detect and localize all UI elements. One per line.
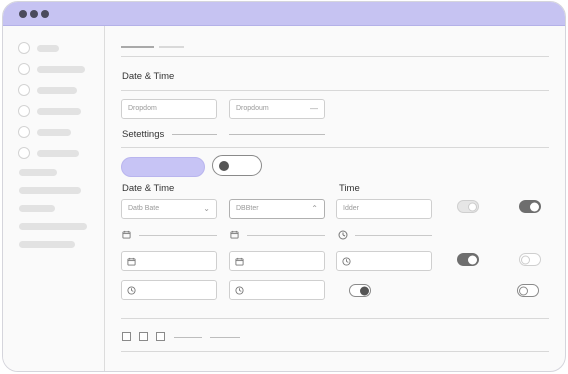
divider [121, 318, 549, 319]
label-time: Time [339, 183, 360, 194]
sidebar-item-icon[interactable] [18, 126, 30, 138]
toggle-switch-off[interactable] [517, 284, 539, 297]
window-control-dot[interactable] [19, 10, 27, 18]
window-control-dot[interactable] [30, 10, 38, 18]
date-picker-1-value: Datb Bate [128, 205, 160, 212]
toggle-knob [219, 160, 229, 171]
sidebar-item[interactable] [37, 66, 85, 73]
date-picker-1[interactable]: Datb Bate ⌄ [121, 199, 217, 219]
tab-inactive[interactable] [159, 46, 184, 48]
settings-underline [229, 134, 325, 135]
date-picker-2[interactable]: DBBter ⌃ [229, 199, 325, 219]
placeholder-line [139, 235, 217, 236]
checkbox[interactable] [122, 332, 131, 341]
toggle-knob [519, 286, 528, 295]
calendar-icon [127, 257, 136, 266]
time-input-value: Idder [343, 205, 359, 212]
sidebar-item[interactable] [19, 241, 75, 248]
calendar-icon [230, 230, 239, 239]
divider [121, 351, 549, 352]
calendar-icon [122, 230, 131, 239]
date-picker-2-value: DBBter [236, 205, 259, 212]
toggle-knob [521, 255, 530, 264]
dropdown-1-value: Dropdom [128, 105, 157, 112]
label-date-time: Date & Time [122, 183, 175, 194]
date-field-1[interactable] [121, 251, 217, 271]
chevron-down-icon: ⌄ [203, 204, 210, 213]
sidebar-item-icon[interactable] [18, 147, 30, 159]
sidebar-item[interactable] [37, 150, 79, 157]
primary-button[interactable] [121, 157, 205, 177]
sidebar-item-icon[interactable] [18, 42, 30, 54]
sidebar-item[interactable] [19, 187, 81, 194]
toggle-switch-on[interactable] [519, 200, 541, 213]
sidebar-item-icon[interactable] [18, 63, 30, 75]
clock-icon [338, 230, 348, 240]
sidebar-item-icon[interactable] [18, 84, 30, 96]
sidebar [3, 26, 105, 371]
sidebar-item[interactable] [37, 108, 81, 115]
sidebar-item[interactable] [19, 205, 55, 212]
section-heading-date-time: Date & Time [122, 71, 175, 82]
toggle-switch-on[interactable] [457, 253, 479, 266]
sidebar-item[interactable] [19, 223, 87, 230]
chevron-up-icon: ⌃ [311, 204, 318, 213]
toggle-switch-on[interactable] [349, 284, 371, 297]
time-field-2[interactable] [229, 280, 325, 300]
app-window: Date & Time Dropdom Dropdoum — Setetting… [2, 1, 566, 372]
time-field-1[interactable] [121, 280, 217, 300]
title-bar [3, 2, 565, 26]
divider [121, 56, 549, 57]
clock-icon [342, 257, 351, 266]
toggle-knob [360, 286, 369, 295]
calendar-icon [235, 257, 244, 266]
toggle-knob [530, 202, 539, 211]
date-field-2[interactable] [229, 251, 325, 271]
sidebar-item[interactable] [19, 169, 57, 176]
settings-underline [172, 134, 217, 135]
sidebar-item-icon[interactable] [18, 105, 30, 117]
divider [121, 90, 549, 91]
dropdown-2[interactable]: Dropdoum — [229, 99, 325, 119]
clock-icon [127, 286, 136, 295]
chevron-down-icon: — [310, 104, 318, 113]
sidebar-item[interactable] [37, 87, 77, 94]
window-control-dot[interactable] [41, 10, 49, 18]
dropdown-1[interactable]: Dropdom [121, 99, 217, 119]
time-input[interactable]: Idder [336, 199, 432, 219]
main-panel: Date & Time Dropdom Dropdoum — Setetting… [106, 26, 565, 371]
toggle-switch-disabled[interactable] [457, 200, 479, 213]
tab-active[interactable] [121, 46, 154, 48]
placeholder-line [174, 337, 202, 338]
toggle-switch-off[interactable] [519, 253, 541, 266]
checkbox[interactable] [156, 332, 165, 341]
clock-icon [235, 286, 244, 295]
placeholder-line [210, 337, 240, 338]
placeholder-line [355, 235, 432, 236]
checkbox[interactable] [139, 332, 148, 341]
divider [121, 147, 549, 148]
sidebar-item[interactable] [37, 45, 59, 52]
section-heading-settings: Setettings [122, 129, 165, 140]
toggle-knob [468, 255, 477, 264]
toggle-knob [468, 202, 477, 211]
toggle-switch-large[interactable] [212, 155, 262, 176]
time-field[interactable] [336, 251, 432, 271]
placeholder-line [247, 235, 325, 236]
sidebar-item[interactable] [37, 129, 71, 136]
dropdown-2-value: Dropdoum [236, 105, 269, 112]
